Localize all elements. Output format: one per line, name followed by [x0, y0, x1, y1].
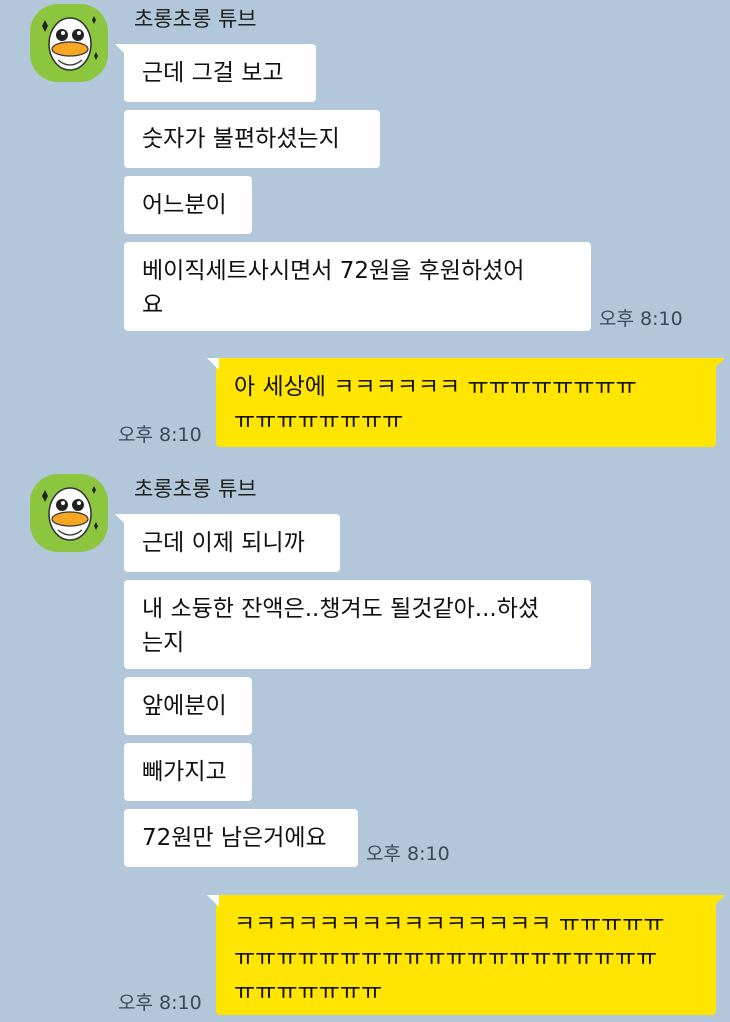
tube-duck-icon[interactable] [30, 4, 108, 82]
message-bubble[interactable]: 72원만 남은거에요 [124, 809, 358, 867]
chat-room[interactable]: 초롱초롱 튜브 근데 그걸 보고 숫자가 불편하셨는지 어느분이 베이직세트사시… [0, 0, 730, 1022]
message-time: 오후 8:10 [599, 308, 683, 330]
message-time: 오후 8:10 [366, 843, 450, 865]
message-time: 오후 8:10 [118, 992, 202, 1014]
sender-name: 초롱초롱 튜브 [134, 477, 257, 501]
tube-duck-icon[interactable] [30, 474, 108, 552]
message-bubble[interactable]: 어느분이 [124, 176, 252, 234]
sender-name: 초롱초롱 튜브 [134, 7, 257, 31]
message-bubble[interactable]: 빼가지고 [124, 743, 252, 801]
message-bubble[interactable]: 근데 이제 되니까 [115, 514, 340, 572]
my-message-bubble[interactable]: 아 세상에 ㅋㅋㅋㅋㅋㅋ ㅠㅠㅠㅠㅠㅠㅠㅠ ㅠㅠㅠㅠㅠㅠㅠㅠ [207, 358, 725, 447]
message-bubble[interactable]: 내 소듕한 잔액은..챙겨도 될것같아...하셨 는지 [124, 580, 591, 669]
message-bubble[interactable]: 베이직세트사시면서 72원을 후원하셨어 요 [124, 242, 591, 331]
my-message-bubble[interactable]: ㅋㅋㅋㅋㅋㅋㅋㅋㅋㅋㅋㅋㅋㅋㅋ ㅠㅠㅠㅠㅠ ㅠㅠㅠㅠㅠㅠㅠㅠㅠㅠㅠㅠㅠㅠㅠㅠㅠㅠ… [207, 895, 725, 1015]
message-bubble[interactable]: 숫자가 불편하셨는지 [124, 110, 380, 168]
message-time: 오후 8:10 [118, 424, 202, 446]
message-bubble[interactable]: 근데 그걸 보고 [115, 44, 316, 102]
message-bubble[interactable]: 앞에분이 [124, 677, 252, 735]
